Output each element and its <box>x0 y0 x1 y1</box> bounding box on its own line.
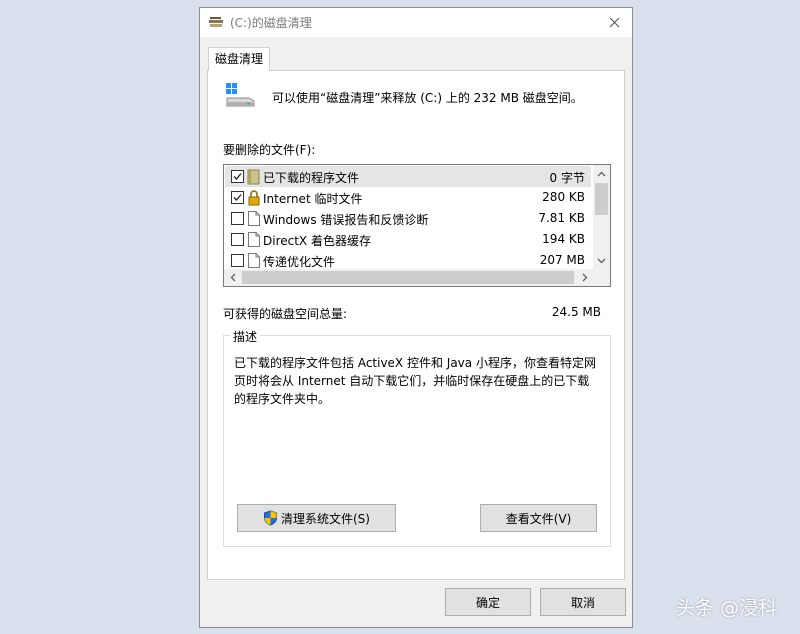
total-space-label: 可获得的磁盘空间总量: <box>223 307 348 321</box>
list-item[interactable]: 传递优化文件 207 MB <box>225 250 591 271</box>
scroll-up-button[interactable] <box>593 165 610 182</box>
list-item[interactable]: 已下载的程序文件 0 字节 <box>225 166 591 187</box>
description-group: 描述 已下载的程序文件包括 ActiveX 控件和 Java 小程序，你查看特定… <box>223 328 611 547</box>
lock-icon <box>247 189 261 206</box>
folder-icon <box>247 168 261 185</box>
horizontal-scroll-thumb[interactable] <box>242 271 574 284</box>
checkbox[interactable] <box>231 191 244 204</box>
checkbox[interactable] <box>231 212 244 225</box>
vertical-scroll-thumb[interactable] <box>595 183 608 215</box>
list-item[interactable]: Windows 错误报告和反馈诊断 7.81 KB <box>225 208 591 229</box>
checkbox[interactable] <box>231 233 244 246</box>
file-icon <box>247 231 261 248</box>
file-size: 7.81 KB <box>538 211 585 225</box>
intro-text: 可以使用“磁盘清理”来释放 (C:) 上的 232 MB 磁盘空间。 <box>272 91 583 105</box>
file-list[interactable]: 已下载的程序文件 0 字节 Internet 临时文件 280 KB Windo… <box>223 164 611 287</box>
checkbox[interactable] <box>231 254 244 267</box>
view-files-button[interactable]: 查看文件(V) <box>480 504 597 532</box>
file-size: 194 KB <box>542 232 585 246</box>
total-space-value: 24.5 MB <box>551 305 601 319</box>
file-size: 280 KB <box>542 190 585 204</box>
tab-disk-cleanup[interactable]: 磁盘清理 <box>208 47 270 71</box>
cancel-button[interactable]: 取消 <box>540 588 626 616</box>
close-icon <box>609 17 619 28</box>
watermark: 头条 @浸科 <box>676 597 778 619</box>
drive-icon <box>225 82 255 108</box>
vertical-scrollbar[interactable] <box>593 165 610 269</box>
file-name: Internet 临时文件 <box>263 192 363 206</box>
files-to-delete-label: 要删除的文件(F): <box>223 143 316 157</box>
cleanup-system-files-button[interactable]: 清理系统文件(S) <box>237 504 396 532</box>
file-name: Windows 错误报告和反馈诊断 <box>263 213 429 227</box>
ok-button[interactable]: 确定 <box>445 588 531 616</box>
file-name: 传递优化文件 <box>263 255 336 269</box>
title-bar[interactable]: (C:)的磁盘清理 <box>200 8 632 37</box>
window-title: (C:)的磁盘清理 <box>230 16 312 30</box>
scroll-right-button[interactable] <box>576 269 593 286</box>
file-size: 0 字节 <box>549 171 585 185</box>
close-button[interactable] <box>596 8 632 37</box>
disk-cleanup-icon <box>209 16 223 28</box>
file-size: 207 MB <box>539 253 585 267</box>
file-icon <box>247 252 261 269</box>
scroll-left-button[interactable] <box>224 269 241 286</box>
tab-panel: 可以使用“磁盘清理”来释放 (C:) 上的 232 MB 磁盘空间。 要删除的文… <box>207 70 625 580</box>
chevron-left-icon <box>230 273 235 282</box>
list-item[interactable]: DirectX 着色器缓存 194 KB <box>225 229 591 250</box>
cleanup-system-files-label: 清理系统文件(S) <box>281 511 370 526</box>
file-name: DirectX 着色器缓存 <box>263 234 371 248</box>
scrollbar-corner <box>593 269 610 286</box>
description-text: 已下载的程序文件包括 ActiveX 控件和 Java 小程序，你查看特定网页时… <box>234 356 596 406</box>
chevron-down-icon <box>597 258 606 263</box>
horizontal-scrollbar[interactable] <box>224 269 610 286</box>
scroll-down-button[interactable] <box>593 252 610 269</box>
file-icon <box>247 210 261 227</box>
list-item[interactable]: Internet 临时文件 280 KB <box>225 187 591 208</box>
chevron-up-icon <box>597 171 606 176</box>
chevron-right-icon <box>582 273 587 282</box>
checkmark-icon <box>233 194 242 201</box>
checkbox[interactable] <box>231 170 244 183</box>
disk-cleanup-window: (C:)的磁盘清理 磁盘清理 可以使用“磁盘清理”来释放 (C:) 上的 232… <box>199 7 633 628</box>
file-name: 已下载的程序文件 <box>263 171 360 185</box>
description-title: 描述 <box>230 328 261 345</box>
shield-icon <box>264 510 277 526</box>
checkmark-icon <box>233 173 242 180</box>
